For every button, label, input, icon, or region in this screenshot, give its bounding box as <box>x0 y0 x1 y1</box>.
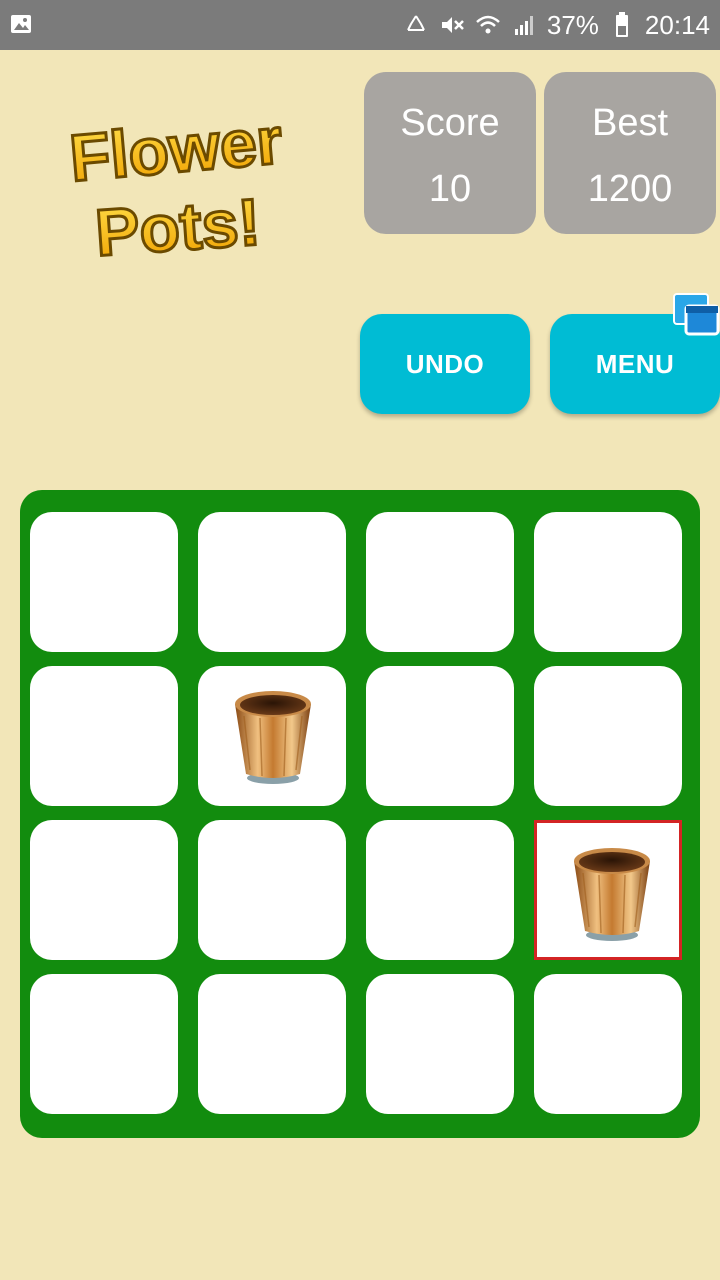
board-tile-r3-c4[interactable] <box>534 820 682 960</box>
board-tile-r1-c4[interactable] <box>534 512 682 652</box>
flower-pot-icon <box>574 848 650 941</box>
floating-window-icon[interactable] <box>672 292 720 336</box>
board-tile-r2-c2[interactable] <box>198 666 346 806</box>
board-tile-r1-c2[interactable] <box>198 512 346 652</box>
mute-icon <box>439 12 465 38</box>
board-tile-r3-c2[interactable] <box>198 820 346 960</box>
game-board <box>20 490 700 1138</box>
board-tile-r4-c4[interactable] <box>534 974 682 1114</box>
image-icon <box>10 13 32 35</box>
board-tile-r4-c1[interactable] <box>30 974 178 1114</box>
undo-button[interactable]: UNDO <box>360 314 530 414</box>
score-label: Score <box>400 102 500 144</box>
board-tile-r3-c3[interactable] <box>366 820 514 960</box>
flower-pot-icon <box>235 691 311 784</box>
board-tile-r4-c2[interactable] <box>198 974 346 1114</box>
board-tile-r2-c1[interactable] <box>30 666 178 806</box>
board-tile-r4-c3[interactable] <box>366 974 514 1114</box>
battery-percent: 37% <box>546 9 599 40</box>
best-box: Best 1200 <box>544 72 716 234</box>
battery-icon <box>609 12 635 38</box>
status-bar: 37% 20:14 <box>0 0 720 50</box>
board-tile-r1-c1[interactable] <box>30 512 178 652</box>
board-tile-r3-c1[interactable] <box>30 820 178 960</box>
signal-icon <box>511 12 537 38</box>
board-tile-r2-c3[interactable] <box>366 666 514 806</box>
board-tile-r1-c3[interactable] <box>366 512 514 652</box>
flower-pots-logo: Flower Pots! <box>58 90 308 280</box>
clock: 20:14 <box>644 9 710 40</box>
score-value: 10 <box>428 168 472 210</box>
best-label: Best <box>591 102 669 144</box>
best-value: 1200 <box>587 168 673 210</box>
recycle-icon <box>403 12 429 38</box>
logo-line2: Pots! <box>93 184 263 269</box>
wifi-icon <box>475 12 501 38</box>
score-box: Score 10 <box>364 72 536 234</box>
board-tile-r2-c4[interactable] <box>534 666 682 806</box>
logo-line1: Flower <box>67 103 285 195</box>
